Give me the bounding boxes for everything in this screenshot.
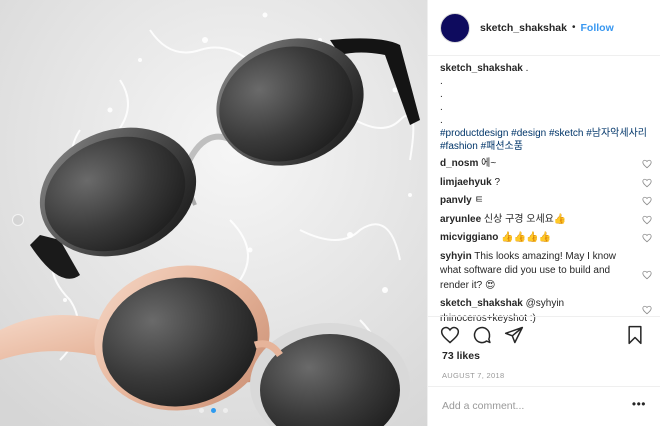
- comment-text: 신상 구경 오세요👍: [481, 213, 567, 225]
- carousel-prev-indicator[interactable]: [12, 214, 24, 226]
- caption-dot: .: [440, 76, 443, 87]
- instagram-post: sketch_shakshak • Follow sketch_shakshak…: [0, 0, 660, 426]
- comment-username[interactable]: panvly: [440, 195, 472, 206]
- comment-username[interactable]: d_nosm: [440, 158, 478, 169]
- add-comment-bar: •••: [428, 386, 660, 426]
- heart-icon[interactable]: [642, 178, 652, 188]
- comment-username[interactable]: aryunlee: [440, 214, 481, 225]
- heart-icon[interactable]: [642, 233, 652, 243]
- post-header: sketch_shakshak • Follow: [428, 0, 660, 56]
- carousel-dot-active: [211, 408, 216, 413]
- caption: sketch_shakshak . . . . . #productdesign…: [440, 62, 654, 153]
- sunglasses-photo: [0, 0, 427, 426]
- post-sidebar: sketch_shakshak • Follow sketch_shakshak…: [427, 0, 660, 426]
- caption-dot: .: [440, 115, 443, 126]
- like-count[interactable]: 73 likes: [442, 350, 480, 362]
- caption-text: .: [522, 63, 529, 74]
- comment-username[interactable]: micviggiano: [440, 232, 498, 243]
- carousel-dots: [0, 404, 427, 416]
- follow-button[interactable]: Follow: [581, 22, 614, 34]
- action-bar: [428, 316, 660, 352]
- heart-icon[interactable]: [642, 270, 652, 280]
- more-options-icon[interactable]: •••: [632, 398, 646, 410]
- comment-text: ?: [491, 176, 501, 188]
- heart-icon[interactable]: [642, 159, 652, 169]
- comment-text: ㅌ: [471, 195, 484, 206]
- post-image[interactable]: [0, 0, 427, 426]
- comment-bubble-icon[interactable]: [472, 325, 492, 345]
- comment: d_nosm 에~: [440, 157, 654, 172]
- comment: aryunlee 신상 구경 오세요👍: [440, 213, 654, 228]
- comment: syhyin This looks amazing! May I know wh…: [440, 250, 654, 294]
- avatar[interactable]: [440, 12, 470, 43]
- comment-username[interactable]: syhyin: [440, 251, 472, 262]
- comment: panvly ㅌ: [440, 194, 654, 209]
- bookmark-icon[interactable]: [625, 325, 645, 345]
- caption-username[interactable]: sketch_shakshak: [440, 63, 523, 74]
- comment-username[interactable]: sketch_shakshak: [440, 298, 523, 309]
- header-username[interactable]: sketch_shakshak: [480, 22, 567, 34]
- comment-text: 👍👍👍👍: [498, 232, 551, 243]
- caption-dot: .: [440, 89, 443, 100]
- heart-icon[interactable]: [440, 325, 460, 345]
- caption-hashtags[interactable]: #productdesign #design #sketch #남자악세사리 #…: [440, 127, 654, 153]
- heart-icon[interactable]: [642, 305, 652, 315]
- comment-list: sketch_shakshak . . . . . #productdesign…: [440, 62, 654, 326]
- comment-input[interactable]: [442, 397, 612, 415]
- comment-username[interactable]: limjaehyuk: [440, 177, 492, 188]
- caption-dot: .: [440, 102, 443, 113]
- separator-dot: •: [571, 22, 576, 33]
- comment: micviggiano 👍👍👍👍: [440, 231, 654, 246]
- share-arrow-icon[interactable]: [504, 325, 524, 345]
- comment-text: 에~: [478, 158, 497, 169]
- carousel-dot: [198, 408, 204, 413]
- heart-icon[interactable]: [642, 196, 652, 206]
- comment: limjaehyuk ?: [440, 176, 654, 191]
- carousel-dot: [223, 408, 229, 413]
- heart-icon[interactable]: [642, 215, 652, 225]
- post-date[interactable]: AUGUST 7, 2018: [442, 371, 504, 380]
